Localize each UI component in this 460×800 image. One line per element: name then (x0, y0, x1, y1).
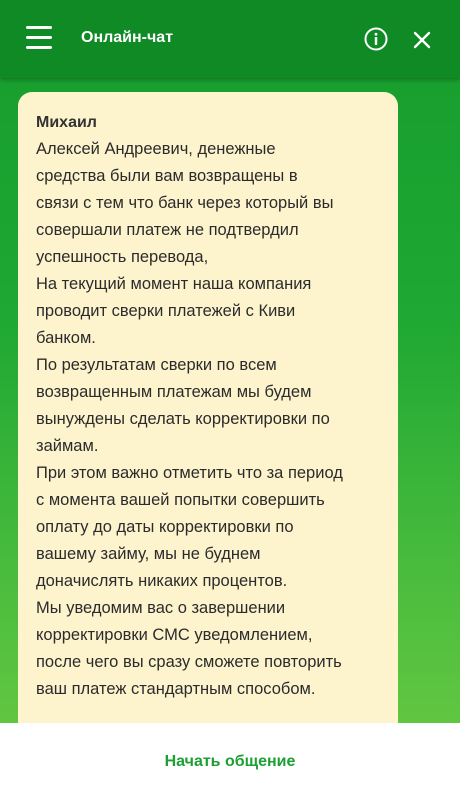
message-line: вынуждены сделать корректировки по (36, 410, 330, 428)
hamburger-menu-icon[interactable] (26, 26, 52, 52)
message-line: связи с тем что банк через который вы (36, 194, 334, 212)
message-line: Мы уведомим вас о завершении (36, 599, 286, 617)
message-line: ваш платеж стандартным способом. (36, 680, 316, 698)
message-line: с момента вашей попытки совершить (36, 491, 325, 509)
message-line: На текущий момент наша компания (36, 275, 312, 293)
message-bubble: Михаил Алексей Андреевич, денежные средст… (18, 92, 398, 752)
message-line: доначислять никаких процентов. (36, 572, 288, 590)
message-line: проводит сверки платежей с Киви (36, 302, 296, 320)
page-title: Онлайн-чат (81, 29, 174, 46)
message-line: Алексей Андреевич, денежные (36, 140, 276, 158)
info-icon[interactable] (364, 27, 388, 51)
message-line: займам. (36, 437, 99, 455)
message-line: после чего вы сразу сможете повторить (36, 653, 342, 671)
message-line: совершали платеж не подтвердил (36, 221, 299, 239)
message-line: корректировки СМС уведомлением, (36, 626, 313, 644)
message-line: успешность перевода, (36, 248, 209, 266)
chat-screen: Онлайн-чат Михаил Алексей Андреевич, ден… (0, 0, 460, 800)
message-line: банком. (36, 329, 96, 347)
close-icon[interactable] (411, 29, 433, 51)
app-header: Онлайн-чат (0, 0, 460, 78)
chat-footer: Начать общение (0, 723, 460, 800)
message-line: оплату до даты корректировки по (36, 518, 294, 536)
message-line: При этом важно отметить что за период (36, 464, 343, 482)
message-sender: Михаил (36, 114, 97, 131)
start-chat-button[interactable]: Начать общение (0, 723, 460, 800)
message-line: средства были вам возвращены в (36, 167, 298, 185)
message-text: Алексей Андреевич, денежные средства были… (36, 136, 380, 703)
message-line: возвращенным платежам мы будем (36, 383, 312, 401)
message-line: вашему займу, мы не буднем (36, 545, 261, 563)
message-line: По результатам сверки по всем (36, 356, 277, 374)
